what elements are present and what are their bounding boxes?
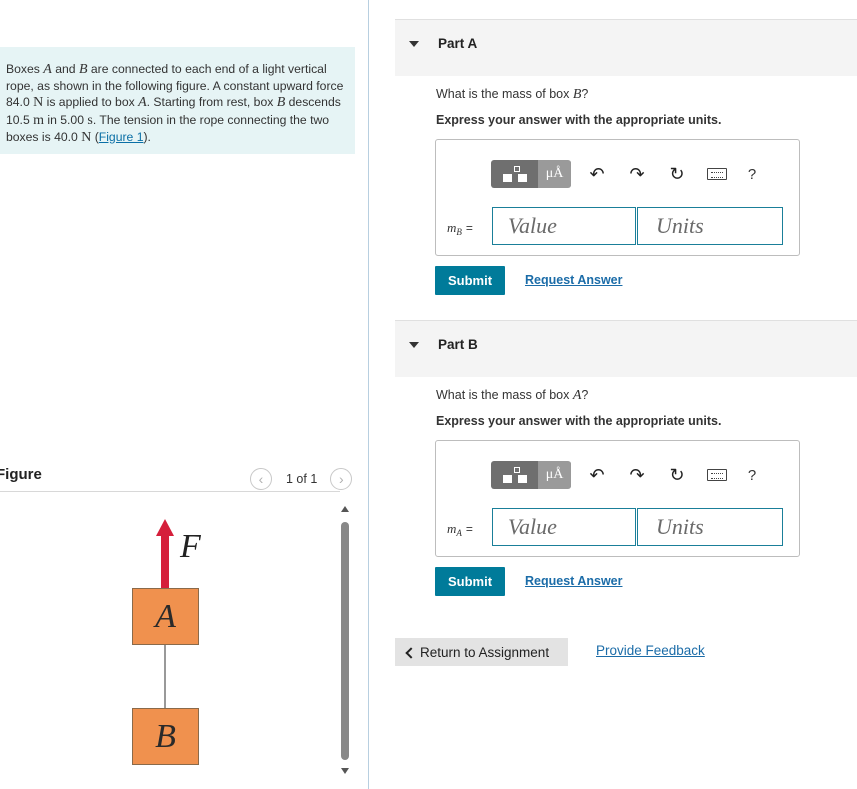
part-a-request-answer-link[interactable]: Request Answer — [525, 273, 622, 287]
var-sub: B — [456, 227, 462, 237]
redo-icon[interactable]: ↷ — [617, 460, 657, 490]
problem-text-7: in 5.00 — [44, 112, 88, 127]
caret-down-icon — [409, 342, 419, 348]
rope — [164, 643, 166, 715]
problem-statement: Boxes A and B are connected to each end … — [0, 47, 355, 154]
toolbar-group: μÅ — [491, 461, 571, 489]
chevron-left-icon[interactable]: ‹ — [250, 468, 272, 490]
var-box-a: A — [43, 62, 52, 77]
figure-diagram: F A B — [120, 515, 230, 775]
variable-label: mA = — [447, 521, 473, 538]
problem-text-9: ( — [91, 129, 99, 144]
unit-meter: m — [33, 112, 44, 128]
keyboard-icon[interactable] — [697, 460, 737, 490]
force-arrow — [161, 533, 169, 589]
part-a-answer-box: μÅ ↶ ↷ ↻ ? mB = Value Units — [435, 139, 800, 256]
chevron-right-icon[interactable]: › — [330, 468, 353, 490]
column-divider — [368, 0, 369, 789]
units-input[interactable]: Units — [637, 508, 783, 546]
part-a-instructions: Express your answer with the appropriate… — [436, 113, 722, 127]
question-end: ? — [581, 87, 589, 101]
part-a-title: Part A — [438, 36, 478, 51]
part-b-question: What is the mass of box A? — [436, 388, 588, 404]
box-b: B — [132, 708, 199, 765]
reset-icon[interactable]: ↻ — [657, 159, 697, 189]
part-a-header[interactable]: Part A — [395, 19, 857, 76]
question-end: ? — [581, 388, 589, 402]
problem-text-5: . Starting from rest, box — [146, 95, 277, 110]
part-b-answer-box: μÅ ↶ ↷ ↻ ? mA = Value Units — [435, 440, 800, 557]
help-icon[interactable]: ? — [737, 159, 767, 189]
scroll-up-arrow-icon[interactable] — [341, 506, 349, 512]
var-main: m — [447, 521, 457, 536]
templates-icon[interactable] — [491, 160, 539, 188]
question-text: What is the mass of box — [436, 87, 573, 101]
problem-text-10: ). — [143, 129, 151, 144]
divider — [0, 491, 340, 492]
templates-icon[interactable] — [491, 461, 539, 489]
part-b-submit-button[interactable]: Submit — [435, 567, 505, 596]
unit-newton: N — [81, 129, 92, 145]
figure-scrollbar[interactable] — [341, 500, 351, 782]
math-toolbar: μÅ ↶ ↷ ↻ ? — [491, 460, 767, 490]
equals-sign: = — [465, 522, 473, 536]
var-box-b: B — [78, 62, 88, 77]
units-input[interactable]: Units — [637, 207, 783, 245]
scroll-thumb[interactable] — [341, 522, 349, 760]
part-b-instructions: Express your answer with the appropriate… — [436, 414, 722, 428]
caret-down-icon — [409, 41, 419, 47]
left-panel: Boxes A and B are connected to each end … — [0, 0, 368, 789]
redo-icon[interactable]: ↷ — [617, 159, 657, 189]
provide-feedback-link[interactable]: Provide Feedback — [596, 643, 705, 658]
problem-text-4: is applied to box — [43, 95, 139, 110]
toolbar-group: μÅ — [491, 160, 571, 188]
value-input[interactable]: Value — [492, 508, 636, 546]
question-text: What is the mass of box — [436, 388, 573, 402]
figure-pager: ‹ 1 of 1 › — [250, 467, 353, 491]
undo-icon[interactable]: ↶ — [577, 460, 617, 490]
var-box-a: A — [138, 95, 147, 111]
chevron-left-icon — [405, 646, 417, 659]
units-icon[interactable]: μÅ — [539, 461, 571, 489]
problem-text-2: and — [51, 62, 79, 76]
var-main: m — [447, 220, 457, 235]
box-a: A — [132, 588, 199, 645]
part-b-header[interactable]: Part B — [395, 320, 857, 377]
help-icon[interactable]: ? — [737, 460, 767, 490]
unit-newton: N — [33, 95, 44, 111]
value-input[interactable]: Value — [492, 207, 636, 245]
problem-text-1: Boxes — [6, 62, 44, 76]
var-sub: A — [456, 528, 462, 538]
pager-count: 1 of 1 — [286, 472, 318, 486]
var-box-b: B — [276, 95, 286, 111]
equals-sign: = — [465, 221, 473, 235]
part-a-submit-button[interactable]: Submit — [435, 266, 505, 295]
keyboard-icon[interactable] — [697, 159, 737, 189]
scroll-down-arrow-icon[interactable] — [341, 768, 349, 774]
part-b-request-answer-link[interactable]: Request Answer — [525, 574, 622, 588]
undo-icon[interactable]: ↶ — [577, 159, 617, 189]
force-label: F — [180, 528, 201, 565]
math-toolbar: μÅ ↶ ↷ ↻ ? — [491, 159, 767, 189]
variable-label: mB = — [447, 220, 473, 237]
part-b-title: Part B — [438, 337, 478, 352]
figure-title: Figure — [0, 466, 42, 483]
units-icon[interactable]: μÅ — [539, 160, 571, 188]
return-to-assignment-button[interactable]: Return to Assignment — [395, 638, 568, 666]
return-label: Return to Assignment — [420, 644, 550, 660]
reset-icon[interactable]: ↻ — [657, 460, 697, 490]
figure-link[interactable]: Figure 1 — [99, 130, 144, 144]
part-a-question: What is the mass of box B? — [436, 87, 588, 103]
